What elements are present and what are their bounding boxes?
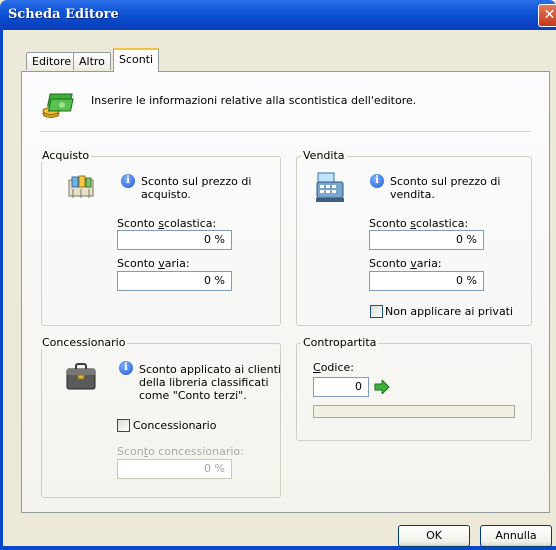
coins-money-icon xyxy=(42,93,74,118)
non-applicare-privati-checkbox[interactable] xyxy=(370,305,383,318)
acquisto-sconto-varia-field[interactable]: 0 % xyxy=(117,271,232,291)
close-button[interactable]: ✕ xyxy=(538,4,556,27)
info-icon: i xyxy=(121,174,135,188)
close-icon: ✕ xyxy=(543,7,556,23)
non-applicare-privati-label[interactable]: Non applicare ai privati xyxy=(385,305,513,318)
acquisto-scolastica-label: Sconto scolastica: xyxy=(117,217,217,230)
tab-altro[interactable]: Altro xyxy=(73,52,111,70)
vendita-sconto-scolastica-field[interactable]: 0 % xyxy=(369,230,484,250)
vendita-sconto-varia-field[interactable]: 0 % xyxy=(369,271,484,291)
contropartita-group-title: Contropartita xyxy=(301,336,379,349)
vendita-group-title: Vendita xyxy=(301,149,347,162)
concessionario-info-line2: della libreria classificati xyxy=(139,376,269,389)
info-icon: i xyxy=(370,174,384,188)
codice-label: Codice: xyxy=(313,361,354,374)
intro-text: Inserire le informazioni relative alla s… xyxy=(91,94,417,107)
shopping-cart-icon xyxy=(68,175,94,198)
vendita-info-line1: Sconto sul prezzo di xyxy=(390,175,501,188)
briefcase-icon xyxy=(66,363,96,390)
vendita-varia-label: Sconto varia: xyxy=(369,257,442,270)
window-frame-bottom xyxy=(0,546,556,550)
acquisto-info-line2: acquisto. xyxy=(141,188,191,201)
contropartita-description-bar xyxy=(313,405,515,418)
vendita-info-line2: vendita. xyxy=(390,188,435,201)
vendita-scolastica-label: Sconto scolastica: xyxy=(369,217,469,230)
concessionario-group-title: Concessionario xyxy=(40,336,128,349)
concessionario-checkbox-label[interactable]: Concessionario xyxy=(133,419,216,432)
codice-field[interactable]: 0 xyxy=(313,377,369,397)
annulla-button[interactable]: Annulla xyxy=(480,525,552,547)
title-bar[interactable]: Scheda Editore ✕ xyxy=(0,0,556,30)
window-frame-left xyxy=(0,30,3,550)
acquisto-group-title: Acquisto xyxy=(40,149,92,162)
separator xyxy=(40,131,531,133)
ok-button[interactable]: OK xyxy=(398,525,470,547)
concessionario-info-line1: Sconto applicato ai clienti xyxy=(139,363,281,376)
green-arrow-icon[interactable] xyxy=(374,380,390,394)
concessionario-checkbox[interactable] xyxy=(117,419,130,432)
concessionario-info-line3: come "Conto terzi". xyxy=(139,389,247,402)
cash-register-icon xyxy=(316,172,344,202)
acquisto-info-line1: Sconto sul prezzo di xyxy=(141,175,252,188)
window-title: Scheda Editore xyxy=(8,7,119,22)
acquisto-varia-label: Sconto varia: xyxy=(117,257,190,270)
sconto-concessionario-label: Sconto concessionario: xyxy=(117,445,244,458)
tab-sconti[interactable]: Sconti xyxy=(113,48,160,72)
sconto-concessionario-field[interactable]: 0 % xyxy=(117,459,232,479)
tab-editore[interactable]: Editore xyxy=(26,52,78,70)
info-icon: i xyxy=(119,361,133,375)
acquisto-sconto-scolastica-field[interactable]: 0 % xyxy=(117,230,232,250)
